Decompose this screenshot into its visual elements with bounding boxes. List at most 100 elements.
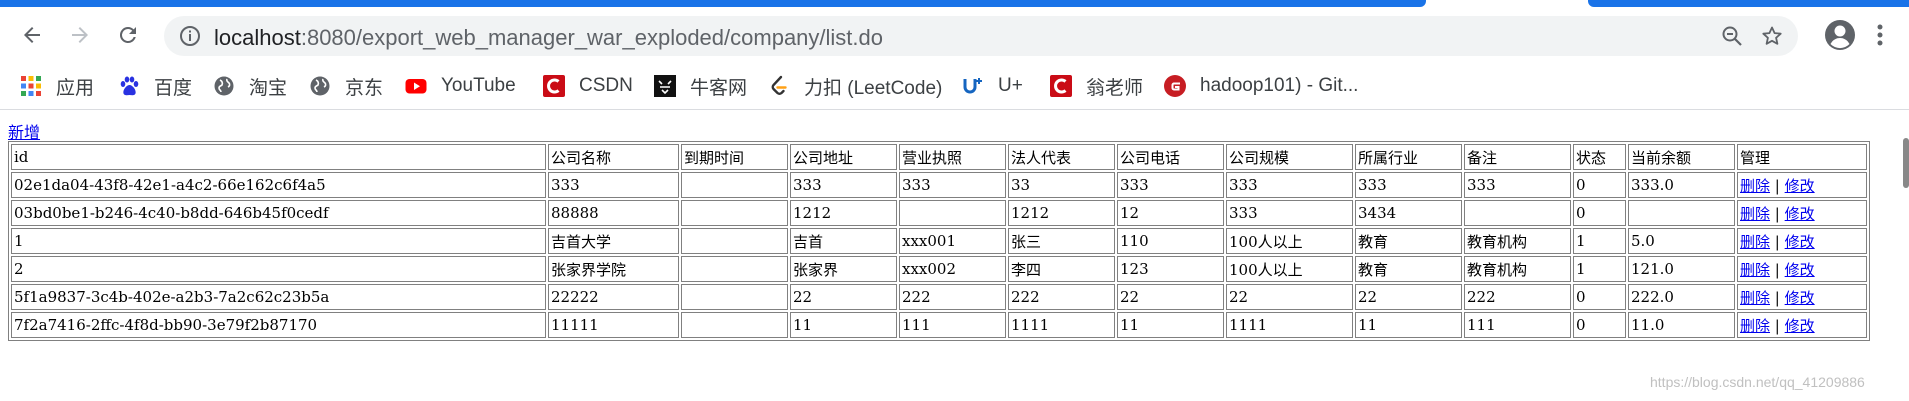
- bookmark-weng-teacher[interactable]: 翁老师: [1050, 72, 1143, 100]
- bookmark-apps[interactable]: 应用: [20, 72, 94, 100]
- column-header: 法人代表: [1008, 144, 1115, 170]
- table-cell: 5.0: [1628, 228, 1735, 254]
- column-header: id: [11, 144, 546, 170]
- zoom-out-icon[interactable]: [1720, 24, 1744, 48]
- browser-toolbar: localhost:8080/export_web_manager_war_ex…: [0, 7, 1909, 63]
- globe-icon: [309, 75, 331, 97]
- bookmark-baidu[interactable]: 百度: [118, 72, 192, 100]
- action-separator: |: [1774, 232, 1780, 251]
- bookmark-leetcode[interactable]: 力扣 (LeetCode): [768, 72, 942, 100]
- table-cell: 222: [1464, 284, 1571, 310]
- delete-link[interactable]: 删除: [1740, 205, 1770, 223]
- table-cell: 22: [790, 284, 897, 310]
- table-cell: 123: [1117, 256, 1224, 282]
- edit-link[interactable]: 修改: [1785, 261, 1815, 279]
- table-cell: 0: [1573, 172, 1626, 198]
- page-content: 新增 id 公司名称 到期时间 公司地址 营业执照 法人代表 公司电话 公司规模…: [0, 110, 1909, 401]
- tab-strip: [0, 0, 1909, 7]
- table-cell: 111: [899, 312, 1006, 338]
- column-header: 公司规模: [1226, 144, 1353, 170]
- table-cell: 222: [1008, 284, 1115, 310]
- table-cell: 02e1da04-43f8-42e1-a4c2-66e162c6f4a5: [11, 172, 546, 198]
- table-cell: 12: [1117, 200, 1224, 226]
- edit-link[interactable]: 修改: [1785, 205, 1815, 223]
- delete-link[interactable]: 删除: [1740, 177, 1770, 195]
- edit-link[interactable]: 修改: [1785, 317, 1815, 335]
- more-menu-icon[interactable]: [1870, 19, 1890, 51]
- table-cell: 7f2a7416-2ffc-4f8d-bb90-3e79f2b87170: [11, 312, 546, 338]
- table-row: 7f2a7416-2ffc-4f8d-bb90-3e79f2b87170 111…: [11, 312, 1867, 338]
- table-cell: 1: [1573, 256, 1626, 282]
- table-cell: 11: [1355, 312, 1462, 338]
- table-cell: 1212: [1008, 200, 1115, 226]
- active-tab-bar[interactable]: [0, 0, 1426, 7]
- leetcode-icon: [768, 75, 790, 97]
- column-header: 管理: [1737, 144, 1867, 170]
- bookmark-nowcoder[interactable]: 牛客网: [654, 72, 747, 100]
- table-cell: 1212: [790, 200, 897, 226]
- bookmark-uplus[interactable]: U+: [962, 72, 1023, 100]
- edit-link[interactable]: 修改: [1785, 289, 1815, 307]
- column-header: 公司地址: [790, 144, 897, 170]
- table-cell: 333: [1117, 172, 1224, 198]
- table-header-row: id 公司名称 到期时间 公司地址 营业执照 法人代表 公司电话 公司规模 所属…: [11, 144, 1867, 170]
- table-row: 2 张家界学院 张家界 xxx002 李四 123 100人以上 教育 教育机构…: [11, 256, 1867, 282]
- column-header: 当前余额: [1628, 144, 1735, 170]
- table-cell: [1628, 200, 1735, 226]
- table-cell: 11: [1117, 312, 1224, 338]
- bookmark-label: 淘宝: [249, 77, 288, 99]
- bookmark-label: 翁老师: [1086, 77, 1144, 99]
- manage-cell: 删除 | 修改: [1737, 284, 1867, 310]
- delete-link[interactable]: 删除: [1740, 261, 1770, 279]
- table-cell: 教育机构: [1464, 228, 1571, 254]
- delete-link[interactable]: 删除: [1740, 233, 1770, 251]
- url-text[interactable]: localhost:8080/export_web_manager_war_ex…: [214, 25, 883, 51]
- watermark-text: https://blog.csdn.net/qq_41209886: [1650, 374, 1865, 390]
- address-bar[interactable]: localhost:8080/export_web_manager_war_ex…: [164, 16, 1798, 56]
- table-cell: 2: [11, 256, 546, 282]
- back-button[interactable]: [14, 17, 50, 53]
- column-header: 到期时间: [681, 144, 788, 170]
- table-cell: 222.0: [1628, 284, 1735, 310]
- reload-button[interactable]: [110, 17, 146, 53]
- table-cell: 222: [899, 284, 1006, 310]
- table-cell: 1: [11, 228, 546, 254]
- table-cell: 1111: [1008, 312, 1115, 338]
- baidu-icon: [118, 75, 140, 97]
- bookmark-gitee[interactable]: hadoop101) - Git...: [1164, 72, 1358, 100]
- bookmark-taobao[interactable]: 淘宝: [213, 72, 287, 100]
- add-company-link[interactable]: 新增: [8, 119, 40, 143]
- page-scrollbar[interactable]: [1903, 138, 1909, 188]
- manage-cell: 删除 | 修改: [1737, 312, 1867, 338]
- table-cell: 22222: [548, 284, 679, 310]
- profile-avatar-icon[interactable]: [1822, 17, 1858, 53]
- table-row: 1 吉首大学 吉首 xxx001 张三 110 100人以上 教育 教育机构 1…: [11, 228, 1867, 254]
- table-cell: 100人以上: [1226, 228, 1353, 254]
- column-header: 状态: [1573, 144, 1626, 170]
- table-cell: 100人以上: [1226, 256, 1353, 282]
- bookmark-csdn[interactable]: CSDN: [543, 72, 633, 100]
- tab-bar-right[interactable]: [1588, 0, 1909, 7]
- bookmark-label: 牛客网: [690, 77, 748, 99]
- delete-link[interactable]: 删除: [1740, 317, 1770, 335]
- edit-link[interactable]: 修改: [1785, 177, 1815, 195]
- bookmark-youtube[interactable]: YouTube: [405, 72, 516, 100]
- table-cell: 0: [1573, 284, 1626, 310]
- info-icon[interactable]: [178, 24, 202, 48]
- table-cell: 1111: [1226, 312, 1353, 338]
- action-separator: |: [1774, 316, 1780, 335]
- delete-link[interactable]: 删除: [1740, 289, 1770, 307]
- apps-grid-icon: [20, 75, 42, 97]
- column-header: 备注: [1464, 144, 1571, 170]
- url-host: localhost: [214, 25, 301, 50]
- column-header: 公司电话: [1117, 144, 1224, 170]
- bookmark-jd[interactable]: 京东: [309, 72, 383, 100]
- bookmark-star-icon[interactable]: [1760, 24, 1784, 48]
- action-separator: |: [1774, 204, 1780, 223]
- forward-button[interactable]: [62, 17, 98, 53]
- bookmark-label: 力扣 (LeetCode): [804, 77, 943, 99]
- table-cell: 33: [1008, 172, 1115, 198]
- table-cell: 333: [1355, 172, 1462, 198]
- table-cell: [681, 228, 788, 254]
- edit-link[interactable]: 修改: [1785, 233, 1815, 251]
